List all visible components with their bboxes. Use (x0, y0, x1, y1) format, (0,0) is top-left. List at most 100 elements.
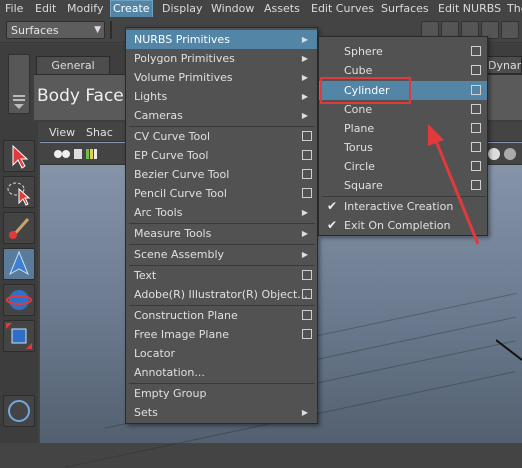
annotation-highlight-box (320, 77, 411, 104)
menu-item-adobe-illustrator-object[interactable]: Adobe(R) Illustrator(R) Object... (126, 285, 317, 304)
menu-item-ep-curve-tool[interactable]: EP Curve Tool (126, 146, 317, 165)
menu-item-locator[interactable]: Locator (126, 344, 317, 363)
menu-item-label: Text (134, 269, 157, 282)
menu-item-nurbs-primitives[interactable]: NURBS Primitives ▶ (126, 30, 317, 49)
menu-item-label: CV Curve Tool (134, 130, 211, 143)
menu-item-label: Pencil Curve Tool (134, 187, 227, 200)
menu-item-label: Bezier Curve Tool (134, 168, 230, 181)
option-box-icon[interactable] (471, 46, 481, 56)
menu-item-label: Empty Group (134, 387, 207, 400)
menu-item-text[interactable]: Text (126, 266, 317, 285)
menu-window[interactable]: Window (209, 1, 256, 16)
chevron-down-icon: ▼ (94, 25, 101, 35)
rotate-sphere-icon (6, 290, 32, 310)
main-menubar: File Edit Modify Create Display Window A… (0, 0, 522, 19)
menu-item-arc-tools[interactable]: Arc Tools ▶ (126, 203, 317, 222)
shelf-tab-dynamics[interactable]: Dynam (484, 56, 522, 74)
menu-item-lights[interactable]: Lights ▶ (126, 87, 317, 106)
submenu-arrow-icon: ▶ (301, 111, 308, 120)
menu-item-free-image-plane[interactable]: Free Image Plane (126, 325, 317, 344)
shading-spheres-icon[interactable] (486, 145, 520, 163)
menu-edit[interactable]: Edit (33, 1, 58, 16)
menu-item-annotation[interactable]: Annotation... (126, 363, 317, 382)
menu-item-bezier-curve-tool[interactable]: Bezier Curve Tool (126, 165, 317, 184)
menu-item-label: NURBS Primitives (134, 33, 230, 46)
option-box-icon[interactable] (471, 65, 481, 75)
camera-icon[interactable] (52, 145, 122, 163)
menu-item-volume-primitives[interactable]: Volume Primitives ▶ (126, 68, 317, 87)
menu-set-dropdown[interactable]: Surfaces ▼ (6, 21, 105, 39)
option-box-icon[interactable] (302, 329, 312, 339)
menu-item-cameras[interactable]: Cameras ▶ (126, 106, 317, 125)
menu-item-label: EP Curve Tool (134, 149, 209, 162)
menu-item-pencil-curve-tool[interactable]: Pencil Curve Tool (126, 184, 317, 203)
viewport-menu-shading[interactable]: Shac (86, 126, 113, 139)
option-box-icon[interactable] (302, 310, 312, 320)
menu-item-scene-assembly[interactable]: Scene Assembly ▶ (126, 245, 317, 264)
menu-item-label: Sets (134, 406, 158, 419)
annotation-arrow-icon (428, 124, 480, 245)
checkmark-icon: ✔ (327, 199, 338, 213)
menu-item-label: Arc Tools (134, 206, 183, 219)
menu-assets[interactable]: Assets (262, 1, 302, 16)
lasso-tool-button[interactable] (3, 176, 35, 208)
viewport-menu-view[interactable]: View (49, 126, 75, 139)
menu-set-value: Surfaces (11, 24, 59, 37)
option-box-icon[interactable] (471, 104, 481, 114)
circle-icon (8, 400, 30, 422)
shelf-menu-handle[interactable] (8, 54, 30, 114)
rotate-tool-button[interactable] (3, 284, 35, 316)
option-box-icon[interactable] (302, 188, 312, 198)
submenu-arrow-icon: ▶ (301, 250, 308, 259)
menu-file[interactable]: File (3, 1, 25, 16)
option-box-icon[interactable] (471, 85, 481, 95)
option-box-icon[interactable] (302, 131, 312, 141)
option-box-icon[interactable] (302, 289, 312, 299)
submenu-item-label: Square (344, 179, 383, 192)
menu-item-label: Annotation... (134, 366, 205, 379)
option-box-icon[interactable] (302, 169, 312, 179)
submenu-arrow-icon: ▶ (301, 73, 308, 82)
menu-modify[interactable]: Modify (65, 1, 105, 16)
menu-item-measure-tools[interactable]: Measure Tools ▶ (126, 224, 317, 243)
submenu-item-label: Plane (344, 122, 375, 135)
scale-tool-button[interactable] (3, 320, 35, 352)
menu-item-cv-curve-tool[interactable]: CV Curve Tool (126, 127, 317, 146)
menu-item-label: Volume Primitives (134, 71, 233, 84)
menu-display[interactable]: Display (160, 1, 205, 16)
menu-edit-nurbs[interactable]: Edit NURBS (436, 1, 503, 16)
menu-item-label: Free Image Plane (134, 328, 229, 341)
select-tool-button[interactable] (3, 140, 35, 172)
menu-item-construction-plane[interactable]: Construction Plane (126, 306, 317, 325)
menu-truncated[interactable]: The (505, 1, 522, 16)
menu-item-label: Polygon Primitives (134, 52, 235, 65)
menu-item-label: Scene Assembly (134, 248, 225, 261)
shelf-tab-general[interactable]: General (36, 56, 110, 74)
menu-item-label: Cameras (134, 109, 183, 122)
arrow-cursor-icon (12, 144, 29, 169)
menu-item-sets[interactable]: Sets ▶ (126, 403, 317, 422)
option-box-icon[interactable] (302, 270, 312, 280)
submenu-item-label: Torus (344, 141, 373, 154)
submenu-arrow-icon: ▶ (301, 92, 308, 101)
scale-cube-icon (6, 323, 32, 349)
submenu-item-label: Circle (344, 160, 375, 173)
menu-edit-curves[interactable]: Edit Curves (309, 1, 376, 16)
menu-item-empty-group[interactable]: Empty Group (126, 384, 317, 403)
toolbar-icon-button[interactable] (501, 21, 519, 39)
option-box-icon[interactable] (302, 150, 312, 160)
last-tool-button[interactable] (3, 395, 35, 427)
submenu-arrow-icon: ▶ (301, 229, 308, 238)
menu-item-label: Adobe(R) Illustrator(R) Object... (134, 288, 308, 301)
move-tool-button[interactable] (3, 248, 35, 280)
lasso-icon (7, 182, 31, 206)
submenu-item-label: Sphere (344, 45, 383, 58)
shelf-menu-icon (13, 95, 25, 109)
paint-brush-icon (9, 218, 30, 239)
submenu-item-sphere[interactable]: Sphere (319, 42, 487, 61)
paint-select-tool-button[interactable] (3, 212, 35, 244)
menu-surfaces[interactable]: Surfaces (379, 1, 431, 16)
submenu-item-label: Cone (344, 103, 373, 116)
menu-item-label: Construction Plane (134, 309, 238, 322)
menu-item-polygon-primitives[interactable]: Polygon Primitives ▶ (126, 49, 317, 68)
